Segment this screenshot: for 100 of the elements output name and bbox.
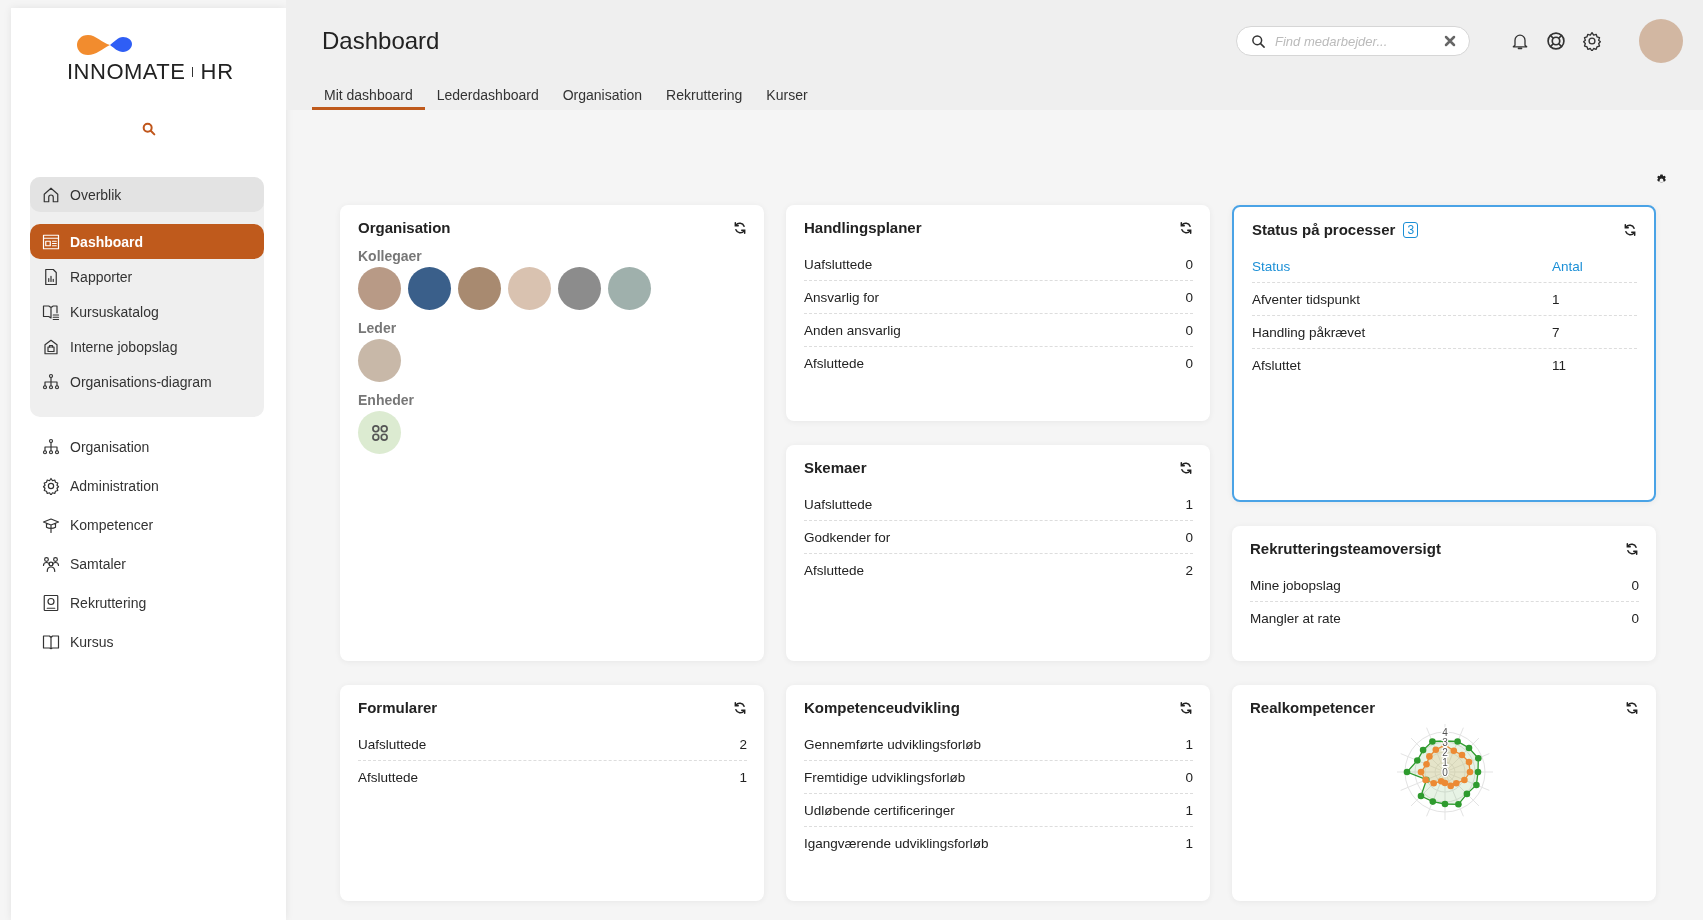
row-label: Afsluttet [1252, 358, 1302, 373]
nav-item[interactable]: Overblik [30, 177, 264, 212]
row-label: Udløbende certificeringer [804, 803, 955, 818]
row-value: 1 [1552, 292, 1560, 307]
refresh-icon[interactable] [1179, 220, 1193, 235]
book-icon [42, 632, 60, 651]
logo-mark-icon [76, 33, 134, 57]
row-value: 0 [1185, 356, 1193, 371]
gear-icon [42, 476, 60, 495]
row-value: 0 [1631, 578, 1639, 593]
tab[interactable]: Kurser [754, 82, 820, 110]
row-value: 0 [1631, 611, 1639, 626]
org-chart-icon [42, 437, 60, 456]
section-label: Enheder [358, 392, 415, 408]
briefcase-icon [42, 337, 60, 356]
unit-avatar[interactable] [358, 411, 401, 454]
widget-title: Organisation [358, 219, 451, 236]
logo-wordmark: INNOMATE [67, 59, 186, 85]
home-icon [42, 185, 60, 204]
row-value: 0 [1185, 257, 1193, 272]
units-icon [369, 422, 390, 443]
id-badge-icon [42, 593, 60, 612]
widget-title: Handlingsplaner [804, 219, 922, 236]
widget-title: Realkompetencer [1250, 699, 1376, 716]
row-label: Uafsluttede [804, 257, 873, 272]
row-value: 2 [739, 737, 747, 752]
row-label: Uafsluttede [358, 737, 427, 752]
tab[interactable]: Organisation [550, 82, 655, 110]
search-icon [1251, 34, 1266, 49]
widget-title: Rekrutteringsteamoversigt [1250, 540, 1441, 557]
count-badge: 3 [1403, 221, 1419, 238]
nav-item[interactable]: Dashboard [30, 224, 264, 259]
settings-icon[interactable] [1582, 31, 1602, 51]
row-label: Afsluttede [358, 770, 419, 785]
page-title: Dashboard [322, 27, 440, 55]
search-field[interactable]: Find medarbejder... [1236, 26, 1470, 56]
row-label: Ansvarlig for [804, 290, 880, 305]
row-label: Godkender for [804, 530, 891, 545]
column-header[interactable]: Antal [1552, 259, 1583, 274]
row-label: Afsluttede [804, 563, 865, 578]
catalog-icon [42, 302, 60, 321]
search-icon [140, 121, 157, 137]
section-label: Kollegaer [358, 248, 423, 264]
section-label: Leder [358, 320, 398, 336]
refresh-icon[interactable] [1623, 222, 1637, 237]
column-header[interactable]: Status [1252, 259, 1552, 274]
person-avatar[interactable] [558, 267, 601, 310]
nav-item[interactable]: Samtaler [30, 544, 264, 583]
nav-item[interactable]: Rapporter [30, 259, 264, 294]
row-label: Uafsluttede [804, 497, 873, 512]
refresh-icon[interactable] [733, 220, 747, 235]
refresh-icon[interactable] [1625, 541, 1639, 556]
logo-divider [192, 67, 194, 77]
row-value: 1 [1185, 497, 1193, 512]
refresh-icon[interactable] [733, 700, 747, 715]
row-value: 1 [739, 770, 747, 785]
row-label: Mine jobopslag [1250, 578, 1341, 593]
row-label: Handling påkrævet [1252, 325, 1367, 340]
nav-item[interactable]: Kursuskatalog [30, 294, 264, 329]
row-value: 2 [1185, 563, 1193, 578]
row-value: 0 [1185, 323, 1193, 338]
nav-item[interactable]: Rekruttering [30, 583, 264, 622]
tab[interactable]: Lederdashboard [424, 82, 551, 110]
clear-icon[interactable] [1444, 35, 1456, 47]
refresh-icon[interactable] [1179, 460, 1193, 475]
row-value: 0 [1185, 530, 1193, 545]
graduation-cap-icon [42, 515, 60, 534]
row-value: 11 [1552, 358, 1566, 373]
row-label: Igangværende udviklingsforløb [804, 836, 989, 851]
nav-item[interactable]: Kursus [30, 622, 264, 661]
row-value: 1 [1185, 836, 1193, 851]
nav-item[interactable]: Kompetencer [30, 505, 264, 544]
report-icon [42, 267, 60, 286]
row-label: Afventer tidspunkt [1252, 292, 1362, 307]
tab[interactable]: Rekruttering [654, 82, 755, 110]
tab[interactable]: Mit dashboard [312, 82, 425, 110]
row-value: 0 [1185, 290, 1193, 305]
refresh-icon[interactable] [1625, 700, 1639, 715]
logo-suffix: HR [200, 59, 235, 85]
nav-item[interactable]: Interne jobopslag [30, 329, 264, 364]
row-value: 1 [1185, 737, 1193, 752]
person-avatar[interactable] [408, 267, 451, 310]
scale-label: 1 [1441, 756, 1448, 768]
nav-item[interactable]: Organisation [30, 427, 264, 466]
refresh-icon[interactable] [1179, 700, 1193, 715]
row-label: Gennemførte udviklingsforløb [804, 737, 982, 752]
nav-item[interactable]: Administration [30, 466, 264, 505]
row-label: Anden ansvarlig [804, 323, 901, 338]
widget-title: Kompetenceudvikling [804, 699, 960, 716]
lifebuoy-icon[interactable] [1546, 31, 1566, 51]
row-value: 1 [1185, 803, 1193, 818]
scale-label: 2 [1441, 746, 1448, 758]
people-icon [42, 554, 60, 573]
nav-item[interactable]: Organisations-diagram [30, 364, 264, 399]
row-label: Afsluttede [804, 356, 865, 371]
person-avatar[interactable] [458, 267, 501, 310]
widget-title: Formularer [358, 699, 438, 716]
row-value: 0 [1185, 770, 1193, 785]
org-chart-icon [42, 372, 60, 391]
row-label: Mangler at rate [1250, 611, 1341, 626]
